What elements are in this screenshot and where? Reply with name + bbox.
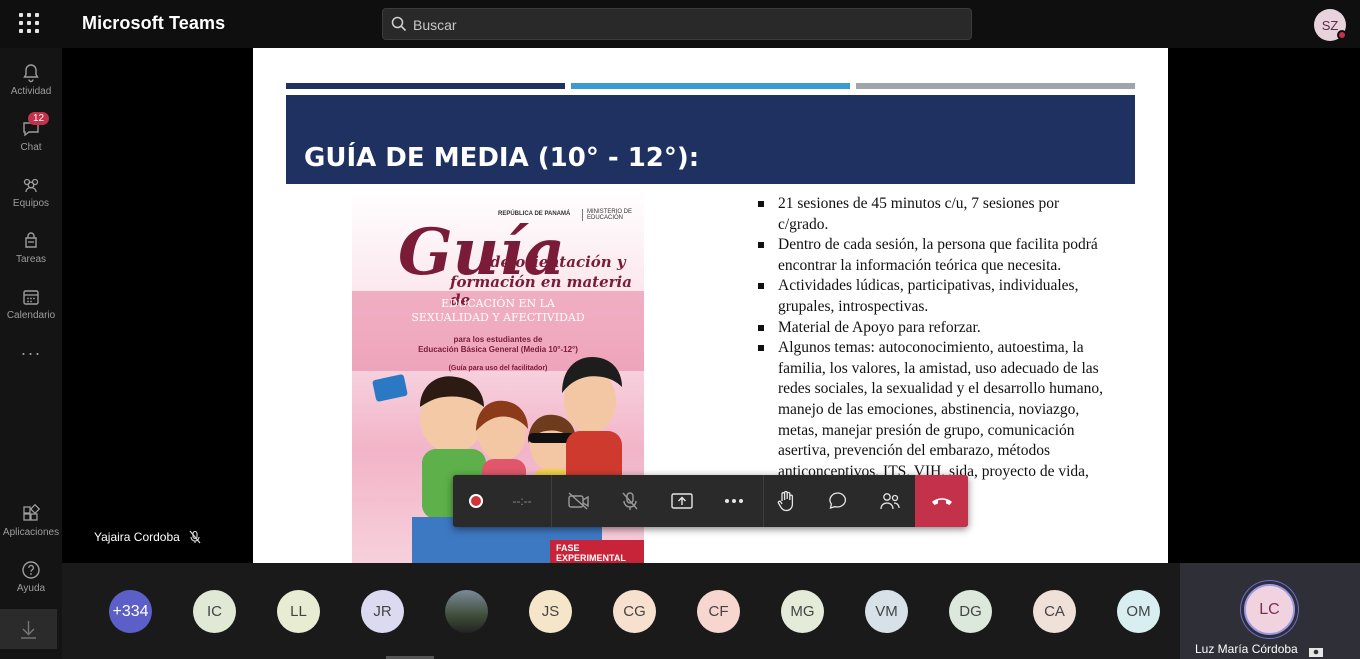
search-box[interactable] (382, 8, 972, 40)
rail-label-activity: Actividad (10, 86, 52, 97)
bullet-item: Dentro de cada sesión, la persona que fa… (758, 235, 1110, 276)
call-toolbar: --:-- (453, 475, 968, 527)
rail-item-calendar[interactable]: Calendario (0, 278, 62, 330)
more-actions-button[interactable] (712, 475, 756, 527)
self-avatar: LC (1244, 584, 1295, 635)
presenter-label: Yajaira Cordoba (94, 530, 202, 544)
participant-avatar[interactable]: JR (361, 590, 404, 633)
hang-up-button[interactable] (915, 475, 968, 527)
rail-item-help[interactable]: Ayuda (0, 551, 62, 603)
raise-hand-button[interactable] (764, 475, 808, 527)
top-bar: Microsoft Teams SZ (0, 0, 1360, 48)
overflow-participants-button[interactable]: +334 (109, 590, 152, 633)
slide-banner: GUÍA DE MEDIA (10° - 12°): (286, 95, 1135, 184)
app-title: Microsoft Teams (82, 13, 226, 33)
presenter-name: Yajaira Cordoba (94, 530, 180, 544)
call-timer-text: --:-- (512, 494, 532, 508)
rail-label-teams: Equipos (12, 198, 50, 209)
share-button[interactable] (660, 475, 704, 527)
rail-item-chat[interactable]: 12 Chat (0, 110, 62, 162)
mic-button[interactable] (608, 475, 652, 527)
rail-label-help: Ayuda (16, 583, 46, 594)
participant-avatar[interactable]: CF (697, 590, 740, 633)
chat-icon (829, 492, 847, 509)
camera-off-icon (568, 492, 589, 510)
apps-icon (23, 503, 41, 521)
help-icon (22, 561, 40, 579)
slide-bar-2 (571, 83, 850, 89)
more-apps-button[interactable]: ··· (0, 343, 62, 364)
calendar-icon (23, 290, 39, 305)
user-initials: SZ (1321, 17, 1339, 33)
app-launcher-icon[interactable] (18, 12, 40, 34)
participant-avatar[interactable]: CA (1033, 590, 1076, 633)
mic-off-icon (189, 530, 201, 544)
bell-icon (23, 64, 39, 83)
participant-avatar[interactable]: IC (193, 590, 236, 633)
participants-button[interactable] (868, 475, 912, 527)
self-name: Luz María Córdoba (1195, 642, 1298, 656)
call-timer: --:-- (493, 475, 551, 527)
mic-off-icon (622, 492, 638, 510)
rail-label-apps: Aplicaciones (2, 527, 60, 538)
chat-button[interactable] (816, 475, 860, 527)
slide-bar-3 (856, 83, 1135, 89)
chat-badge: 12 (28, 112, 50, 125)
rail-label-assignments: Tareas (15, 254, 46, 265)
bullet-item: 21 sesiones de 45 minutos c/u, 7 sesione… (758, 194, 1110, 235)
download-button[interactable] (0, 609, 57, 649)
teams-icon (23, 178, 39, 193)
slide-bar-1 (286, 83, 565, 89)
rail-item-activity[interactable]: Actividad (0, 54, 62, 106)
participant-avatar[interactable]: DG (949, 590, 992, 633)
raise-hand-icon (777, 490, 794, 512)
hang-up-icon (931, 498, 952, 505)
slide-title: GUÍA DE MEDIA (10° - 12°): (304, 143, 700, 173)
camera-button[interactable] (557, 475, 601, 527)
rail-item-apps[interactable]: Aplicaciones (0, 495, 62, 547)
participant-avatar[interactable]: JS (529, 590, 572, 633)
cover-badge: FASE EXPERIMENTAL (550, 540, 644, 563)
rail-item-teams[interactable]: Equipos (0, 166, 62, 218)
search-input[interactable] (413, 15, 953, 35)
participant-avatar[interactable]: MG (781, 590, 824, 633)
search-icon (391, 16, 407, 32)
presence-dot (1337, 30, 1347, 40)
rail-item-assignments[interactable]: Tareas (0, 222, 62, 274)
toolbar-divider (551, 475, 552, 527)
participant-avatar[interactable]: CG (613, 590, 656, 633)
participants-strip: +334 IC LL JR JS CG CF MG VM DG CA OM (62, 563, 1180, 659)
rail-label-calendar: Calendario (6, 310, 56, 321)
user-avatar[interactable]: SZ (1314, 9, 1347, 41)
more-icon (725, 499, 743, 503)
assignments-icon (25, 232, 37, 248)
participant-avatar[interactable]: OM (1117, 590, 1160, 633)
participant-avatar[interactable]: VM (865, 590, 908, 633)
slide-bullets: 21 sesiones de 45 minutos c/u, 7 sesione… (758, 194, 1110, 503)
download-icon (21, 621, 36, 639)
participant-photo-avatar[interactable] (445, 590, 488, 633)
video-off-icon (1309, 648, 1323, 657)
self-video-tile[interactable]: LC Luz María Córdoba (1180, 563, 1360, 659)
record-icon (469, 494, 483, 508)
bullet-item: Actividades lúdicas, participativas, ind… (758, 276, 1110, 317)
rail-label-chat: Chat (20, 142, 42, 153)
people-icon (880, 493, 900, 510)
bullet-item: Material de Apoyo para reforzar. (758, 318, 1110, 339)
participant-avatar[interactable]: LL (277, 590, 320, 633)
record-button[interactable] (459, 475, 493, 527)
app-rail: Actividad 12 Chat Equipos Tareas Calenda… (0, 48, 62, 659)
share-screen-icon (671, 493, 693, 509)
